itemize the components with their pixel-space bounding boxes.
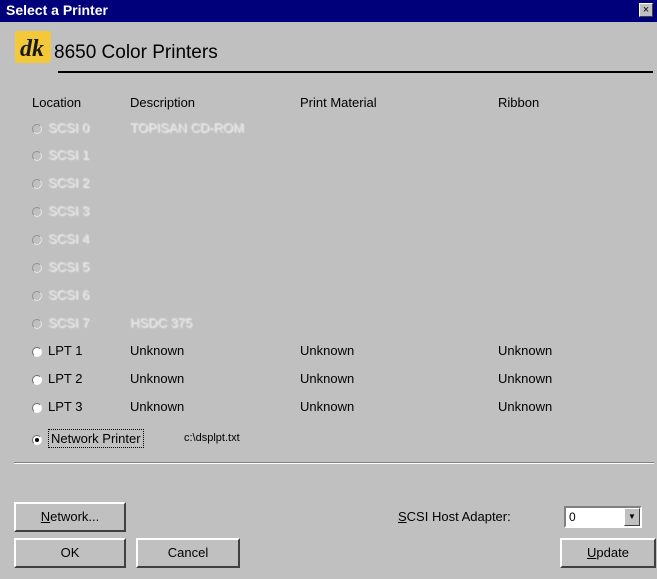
update-button[interactable]: Update xyxy=(560,538,656,568)
row-location: SCSI 6 xyxy=(48,287,90,302)
radio-lpt-3[interactable] xyxy=(32,403,42,413)
printer-row-scsi-6: SCSI 6 xyxy=(32,287,652,309)
row-location: LPT 2 xyxy=(48,371,83,386)
close-button[interactable]: × xyxy=(639,3,653,17)
printer-family-heading: 8650 Color Printers xyxy=(54,42,218,63)
cancel-button[interactable]: Cancel xyxy=(136,538,240,568)
scsi-host-adapter-label: SCSI Host Adapter: xyxy=(398,509,511,524)
radio-lpt-2[interactable] xyxy=(32,375,42,385)
printer-row-lpt-3[interactable]: LPT 3 Unknown Unknown Unknown xyxy=(32,399,652,421)
row-location: LPT 3 xyxy=(48,399,83,414)
radio-scsi-7 xyxy=(32,319,42,329)
row-description: Unknown xyxy=(130,399,185,414)
svg-text:dk: dk xyxy=(20,36,44,62)
row-location: SCSI 7 xyxy=(48,315,90,330)
row-location: SCSI 1 xyxy=(48,147,90,162)
column-description: Description xyxy=(130,95,196,110)
ok-button[interactable]: OK xyxy=(14,538,126,568)
dialog-header: dk 8650 Color Printers xyxy=(14,30,654,78)
dropdown-arrow-icon[interactable]: ▼ xyxy=(624,508,640,526)
printer-row-lpt-2[interactable]: LPT 2 Unknown Unknown Unknown xyxy=(32,371,652,393)
row-description: HSDC 375 xyxy=(130,315,193,330)
row-ribbon: Unknown xyxy=(498,343,553,358)
network-printer-label[interactable]: Network Printer xyxy=(48,429,144,448)
row-ribbon: Unknown xyxy=(498,399,553,414)
printer-row-scsi-0: SCSI 0 TOPISAN CD-ROM xyxy=(32,120,652,142)
printer-row-network[interactable]: Network Printer c:\dsplpt.txt xyxy=(32,429,652,453)
network-button[interactable]: Network... xyxy=(14,502,126,532)
column-print-material: Print Material xyxy=(300,95,377,110)
radio-scsi-5 xyxy=(32,263,42,273)
row-print-material: Unknown xyxy=(300,371,355,386)
divider xyxy=(14,462,654,464)
column-ribbon: Ribbon xyxy=(498,95,540,110)
network-button-label: etwork... xyxy=(50,509,100,524)
printer-row-scsi-1: SCSI 1 xyxy=(32,147,652,169)
radio-scsi-0 xyxy=(32,124,42,134)
radio-scsi-2 xyxy=(32,179,42,189)
header-rule xyxy=(58,71,653,73)
printer-row-scsi-4: SCSI 4 xyxy=(32,231,652,253)
title-bar: Select a Printer × xyxy=(0,0,657,22)
dk-logo: dk xyxy=(14,30,52,64)
radio-scsi-4 xyxy=(32,235,42,245)
row-print-material: Unknown xyxy=(300,399,355,414)
row-ribbon: Unknown xyxy=(498,371,553,386)
printer-row-scsi-2: SCSI 2 xyxy=(32,175,652,197)
scsi-label-text: CSI Host Adapter: xyxy=(406,509,511,524)
printer-row-scsi-7: SCSI 7 HSDC 375 xyxy=(32,315,652,337)
printer-row-scsi-5: SCSI 5 xyxy=(32,259,652,281)
column-location: Location xyxy=(32,95,82,110)
radio-lpt-1[interactable] xyxy=(32,347,42,357)
row-print-material: Unknown xyxy=(300,343,355,358)
radio-network-printer[interactable] xyxy=(32,435,42,445)
network-hotkey: N xyxy=(40,509,51,524)
update-hotkey: U xyxy=(587,545,597,560)
row-description: Unknown xyxy=(130,343,185,358)
row-description: Unknown xyxy=(130,371,185,386)
row-location: SCSI 5 xyxy=(48,259,90,274)
row-location: SCSI 4 xyxy=(48,231,90,246)
radio-scsi-1 xyxy=(32,151,42,161)
scsi-host-adapter-value: 0 xyxy=(569,510,576,524)
scsi-hotkey: S xyxy=(398,509,407,524)
scsi-host-adapter-select[interactable]: 0 ▼ xyxy=(564,506,642,528)
update-button-label: pdate xyxy=(596,545,629,560)
network-printer-path: c:\dsplpt.txt xyxy=(184,432,240,444)
row-location: SCSI 2 xyxy=(48,175,90,190)
row-description: TOPISAN CD-ROM xyxy=(130,120,244,135)
printer-row-scsi-3: SCSI 3 xyxy=(32,203,652,225)
row-location: SCSI 3 xyxy=(48,203,90,218)
printer-row-lpt-1[interactable]: LPT 1 Unknown Unknown Unknown xyxy=(32,343,652,365)
radio-scsi-6 xyxy=(32,291,42,301)
row-location: SCSI 0 xyxy=(48,120,90,135)
row-location: LPT 1 xyxy=(48,343,83,358)
window-title: Select a Printer xyxy=(6,2,108,18)
radio-scsi-3 xyxy=(32,207,42,217)
